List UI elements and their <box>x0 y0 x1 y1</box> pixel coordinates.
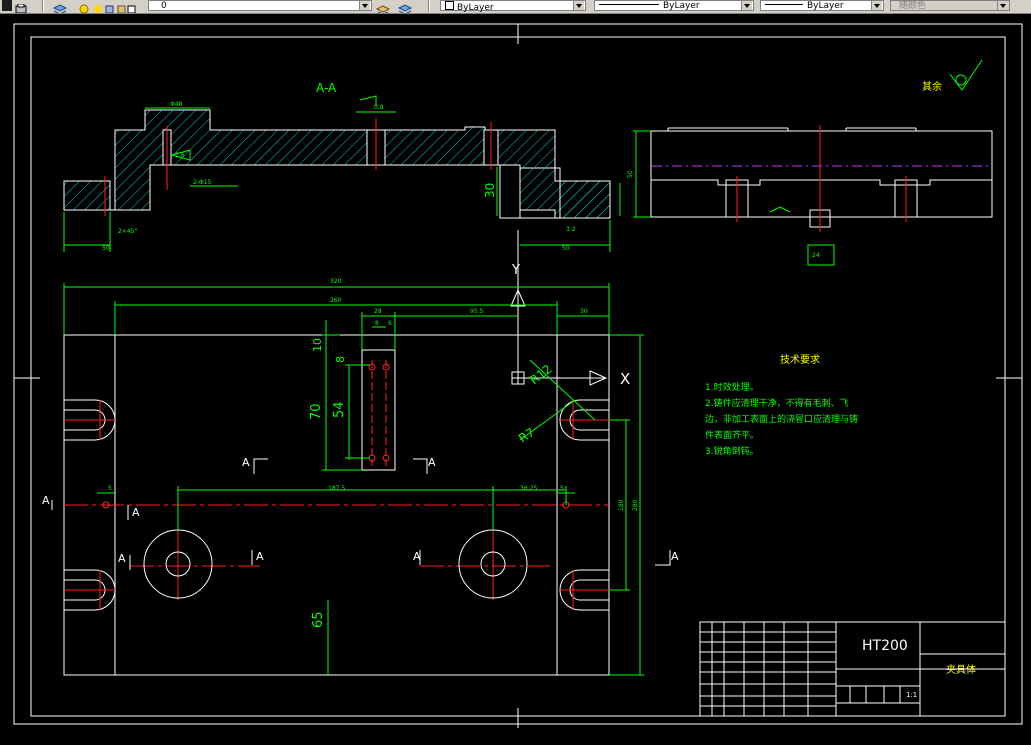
dim-187-5: 187.5 <box>328 485 345 492</box>
tech-req-line-2: 2.铸件应清理干净，不得有毛刺、飞 <box>705 397 849 409</box>
roughness-note: 其余 <box>922 59 983 93</box>
dim-30: 30 <box>580 308 588 315</box>
dim-6: 6 <box>388 320 392 327</box>
dim-320: 320 <box>330 278 342 285</box>
lineweight-preview <box>765 4 803 5</box>
tech-req-title: 技术要求 <box>780 353 820 366</box>
section-mark-a8: A <box>671 550 679 563</box>
tech-req-line-5: 3.锐角倒钝。 <box>705 445 759 457</box>
section-slot <box>499 164 521 219</box>
technical-requirements: 技术要求 1.时效处理。 2.铸件应清理干净，不得有毛刺、飞 边，非加工表面上的… <box>705 353 858 457</box>
dim-8: 8 <box>375 320 379 327</box>
color-dropdown-value: ByLayer <box>457 3 494 13</box>
layer-manager-icon[interactable] <box>52 0 68 13</box>
roughness-0-8: 0.8 <box>374 104 384 111</box>
color-swatch <box>445 1 454 10</box>
layer-previous-icon[interactable] <box>397 0 414 13</box>
dim-side-height: 50 <box>627 170 634 178</box>
dim-r7: R7 <box>516 425 537 445</box>
linetype-preview <box>599 4 659 5</box>
layer-dropdown[interactable]: 0 <box>148 0 372 11</box>
section-left-foot <box>63 180 111 211</box>
layer-dropdown-value: 0 <box>161 1 167 11</box>
axis-x-label: X <box>620 370 630 388</box>
section-mark-a2: A <box>428 456 436 469</box>
chevron-down-icon[interactable] <box>871 1 882 10</box>
roughness-note-text: 其余 <box>922 80 942 93</box>
chevron-down-icon[interactable] <box>573 1 584 10</box>
dim-54: 54 <box>332 401 347 418</box>
drawing-canvas[interactable]: A-A Φ48 2×45° 50 50 2-Φ15 1.6 3.2 0.8 30… <box>0 13 1031 741</box>
color-dropdown[interactable]: ByLayer <box>440 0 586 13</box>
plotstyle-dropdown: 随颜色 <box>890 0 1010 11</box>
dim-r12: R12 <box>527 362 554 388</box>
dim-5-right: 5 <box>560 485 564 492</box>
side-view-outline <box>650 130 993 218</box>
dim-280: 280 <box>632 499 639 511</box>
dim-36-25: 36.25 <box>520 485 537 492</box>
dim-phi48: Φ48 <box>170 101 183 108</box>
section-mark-a4: A <box>132 506 140 519</box>
dim-28: 28 <box>374 308 382 315</box>
roughness-3-2: 3.2 <box>566 226 576 233</box>
section-mark-a5: A <box>118 552 126 565</box>
axis-y-label: Y <box>511 263 520 278</box>
dim-95-5: 95.5 <box>470 308 484 315</box>
section-mark-a7: A <box>413 550 421 563</box>
layer-state-icons[interactable] <box>78 0 158 13</box>
dim-50-right: 50 <box>562 245 570 252</box>
section-mark-a6: A <box>256 550 264 563</box>
tech-req-line-3: 边，非加工表面上的浇冒口应清理与铸 <box>705 413 858 425</box>
lineweight-dropdown[interactable]: ByLayer <box>760 0 884 11</box>
section-mark-a3: A <box>42 494 50 507</box>
make-object-layer-current-icon[interactable] <box>375 0 392 13</box>
linetype-dropdown-value: ByLayer <box>663 1 700 11</box>
tech-req-line-1: 1.时效处理。 <box>705 381 759 393</box>
view-icon[interactable] <box>2 0 12 11</box>
dim-180: 180 <box>618 499 625 511</box>
print-icon[interactable] <box>14 0 28 13</box>
dim-side-24: 24 <box>812 252 820 259</box>
drawing-svg[interactable]: A-A Φ48 2×45° 50 50 2-Φ15 1.6 3.2 0.8 30… <box>0 13 1031 741</box>
dim-5-left: 5 <box>108 485 112 492</box>
plan-view: A A A A A A A A <box>42 334 679 676</box>
tech-req-line-4: 件表面齐平。 <box>705 429 759 441</box>
dim-10: 10 <box>311 338 324 352</box>
section-title: A-A <box>316 81 337 95</box>
toolbar-separator <box>42 0 44 12</box>
dim-2x45: 2×45° <box>118 228 137 235</box>
dim-65: 65 <box>311 611 326 628</box>
section-view-aa: A-A Φ48 2×45° 50 50 2-Φ15 1.6 3.2 0.8 30 <box>63 81 621 252</box>
dim-2phi15: 2-Φ15 <box>193 179 212 186</box>
roughness-symbol-icon <box>949 59 983 91</box>
section-mark-a1: A <box>242 456 250 469</box>
side-view: 50 24 <box>627 125 993 266</box>
section-hatched-body <box>114 109 611 219</box>
dim-30-section: 30 <box>483 183 497 198</box>
material-label: HT200 <box>862 638 908 654</box>
dim-50-left: 50 <box>102 245 110 252</box>
toolbar-separator <box>428 0 430 12</box>
linetype-dropdown[interactable]: ByLayer <box>594 0 754 11</box>
part-name-label: 夹具体 <box>946 663 976 676</box>
ucs-icon: Y X <box>510 230 630 388</box>
chevron-down-icon <box>997 1 1008 10</box>
roughness-1-6: 1.6 <box>175 152 185 159</box>
properties-toolbar: 0 ByLayer ByLayer ByLayer 随颜色 <box>0 0 1031 14</box>
chevron-down-icon[interactable] <box>359 1 370 10</box>
dim-8-vert: 8 <box>334 356 347 363</box>
dim-70: 70 <box>309 403 324 420</box>
chevron-down-icon[interactable] <box>741 1 752 10</box>
dim-260: 260 <box>330 297 342 304</box>
plotstyle-dropdown-value: 随颜色 <box>899 1 927 11</box>
scale-label: 1:1 <box>906 691 917 699</box>
plan-keyway <box>361 349 396 471</box>
section-right-foot <box>559 180 611 219</box>
lineweight-dropdown-value: ByLayer <box>807 1 844 11</box>
